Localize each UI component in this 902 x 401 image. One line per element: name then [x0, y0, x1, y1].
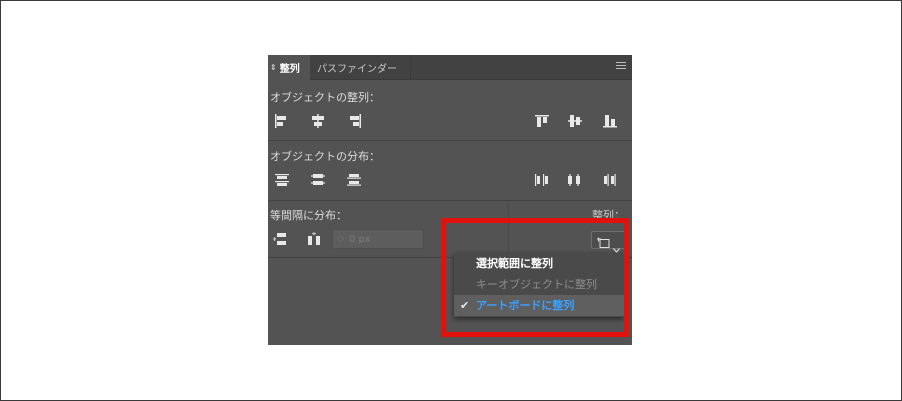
distribute-left-icon[interactable]: [534, 173, 550, 187]
panel-menu-icon[interactable]: [616, 62, 626, 70]
distribute-objects-label: オブジェクトの分布：: [270, 150, 380, 163]
horizontal-distribute-space-icon[interactable]: [306, 232, 322, 246]
distribute-right-icon[interactable]: [602, 173, 618, 187]
section-divider: [268, 200, 632, 201]
highlight-annotation-box: [441, 218, 629, 337]
align-top-icon[interactable]: [534, 114, 550, 128]
spacing-value-input[interactable]: ◇ 0 px: [332, 229, 424, 249]
sort-icon: ⇕: [270, 63, 277, 72]
section-divider: [268, 140, 632, 141]
distribute-horizontal-center-icon[interactable]: [567, 173, 583, 187]
align-objects-label: オブジェクトの整列：: [270, 91, 380, 104]
panel-tab-bar: ⇕ 整列 パスファインダー: [268, 55, 632, 80]
align-vertical-center-icon[interactable]: [567, 114, 583, 128]
distribute-vertical-center-icon[interactable]: [310, 173, 326, 187]
align-horizontal-center-icon[interactable]: [310, 114, 326, 128]
align-left-icon[interactable]: [274, 114, 290, 128]
distribute-bottom-icon[interactable]: [346, 173, 362, 187]
stepper-icon[interactable]: ◇: [337, 234, 344, 244]
distribute-spacing-label: 等間隔に分布：: [270, 209, 347, 222]
align-bottom-icon[interactable]: [602, 114, 618, 128]
tab-align[interactable]: ⇕ 整列: [268, 55, 310, 80]
align-right-icon[interactable]: [346, 114, 362, 128]
tab-align-label: 整列: [279, 64, 300, 75]
spacing-value: 0 px: [348, 233, 371, 245]
tab-pathfinder-label: パスファインダー: [317, 64, 397, 75]
tab-pathfinder[interactable]: パスファインダー: [311, 55, 411, 80]
distribute-top-icon[interactable]: [274, 173, 290, 187]
vertical-distribute-space-icon[interactable]: [272, 232, 288, 246]
